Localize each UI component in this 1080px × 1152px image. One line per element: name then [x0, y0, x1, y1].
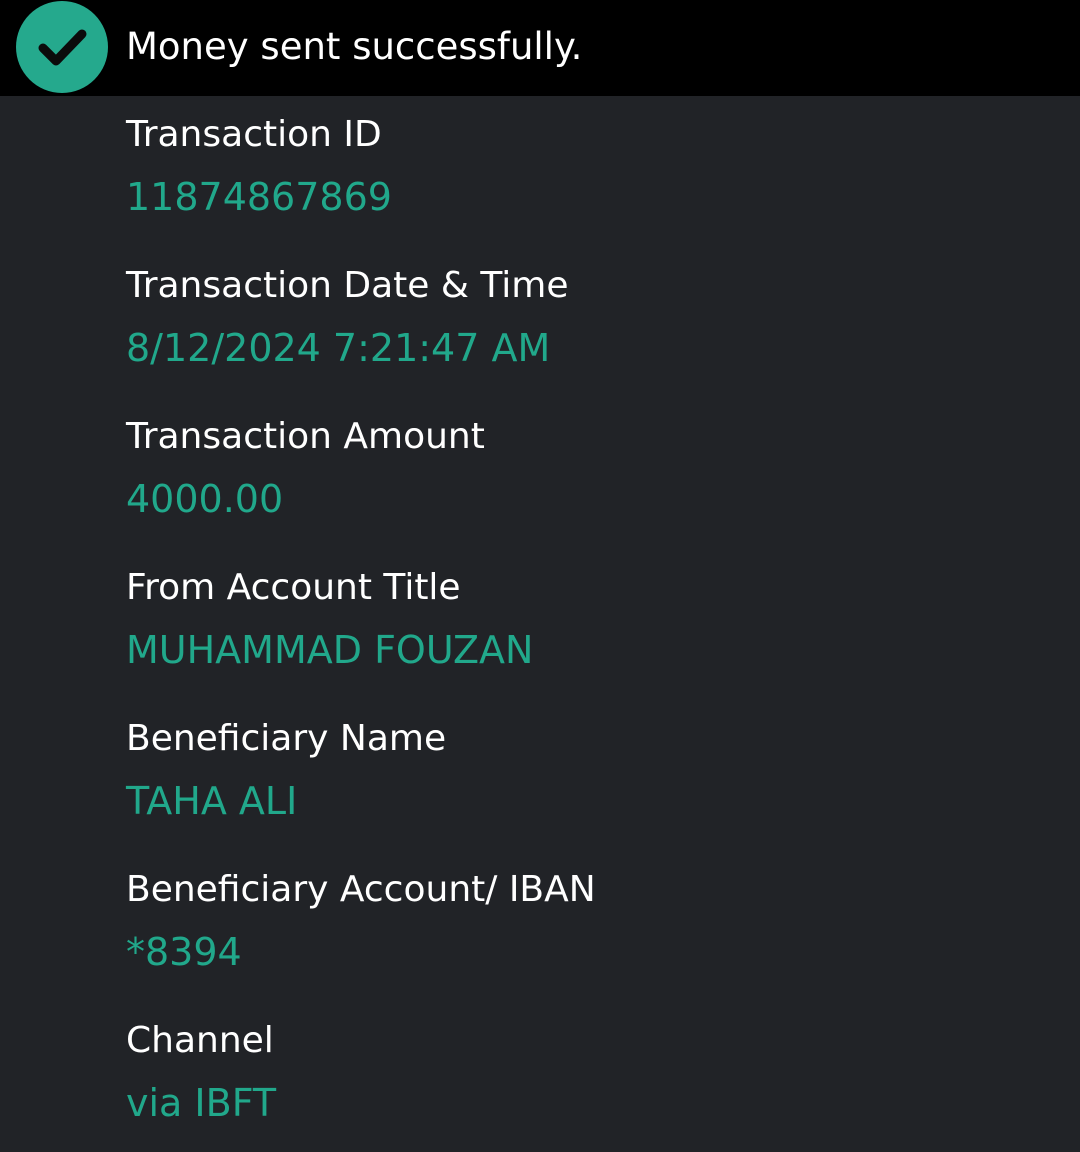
checkmark-icon	[38, 29, 87, 66]
detail-beneficiary-name: Beneficiary Name TAHA ALI	[126, 712, 1046, 863]
detail-value: 11874867869	[126, 175, 392, 219]
detail-value: *8394	[126, 930, 242, 974]
detail-value: MUHAMMAD FOUZAN	[126, 628, 534, 672]
detail-label: Transaction ID	[126, 114, 382, 155]
detail-label: Beneficiary Name	[126, 718, 447, 759]
detail-value: via IBFT	[126, 1081, 277, 1125]
detail-transaction-date-time: Transaction Date & Time 8/12/2024 7:21:4…	[126, 259, 1046, 410]
detail-channel: Channel via IBFT	[126, 1014, 1046, 1152]
detail-from-account-title: From Account Title MUHAMMAD FOUZAN	[126, 561, 1046, 712]
detail-label: Beneficiary Account/ IBAN	[126, 869, 596, 910]
detail-label: Channel	[126, 1020, 274, 1061]
detail-label: Transaction Amount	[126, 416, 485, 457]
detail-value: 4000.00	[126, 477, 284, 521]
checkmark-circle-icon	[16, 1, 108, 93]
detail-beneficiary-account: Beneficiary Account/ IBAN *8394	[126, 863, 1046, 1014]
transaction-details: Transaction ID 11874867869 Transaction D…	[126, 108, 1046, 1152]
success-banner: Money sent successfully.	[0, 0, 1080, 96]
detail-value: TAHA ALI	[126, 779, 298, 823]
success-message: Money sent successfully.	[126, 25, 583, 68]
detail-transaction-id: Transaction ID 11874867869	[126, 108, 1046, 259]
detail-label: Transaction Date & Time	[126, 265, 569, 306]
detail-value: 8/12/2024 7:21:47 AM	[126, 326, 551, 370]
detail-transaction-amount: Transaction Amount 4000.00	[126, 410, 1046, 561]
transaction-receipt-screen: Money sent successfully. Transaction ID …	[0, 0, 1080, 1152]
detail-label: From Account Title	[126, 567, 461, 608]
